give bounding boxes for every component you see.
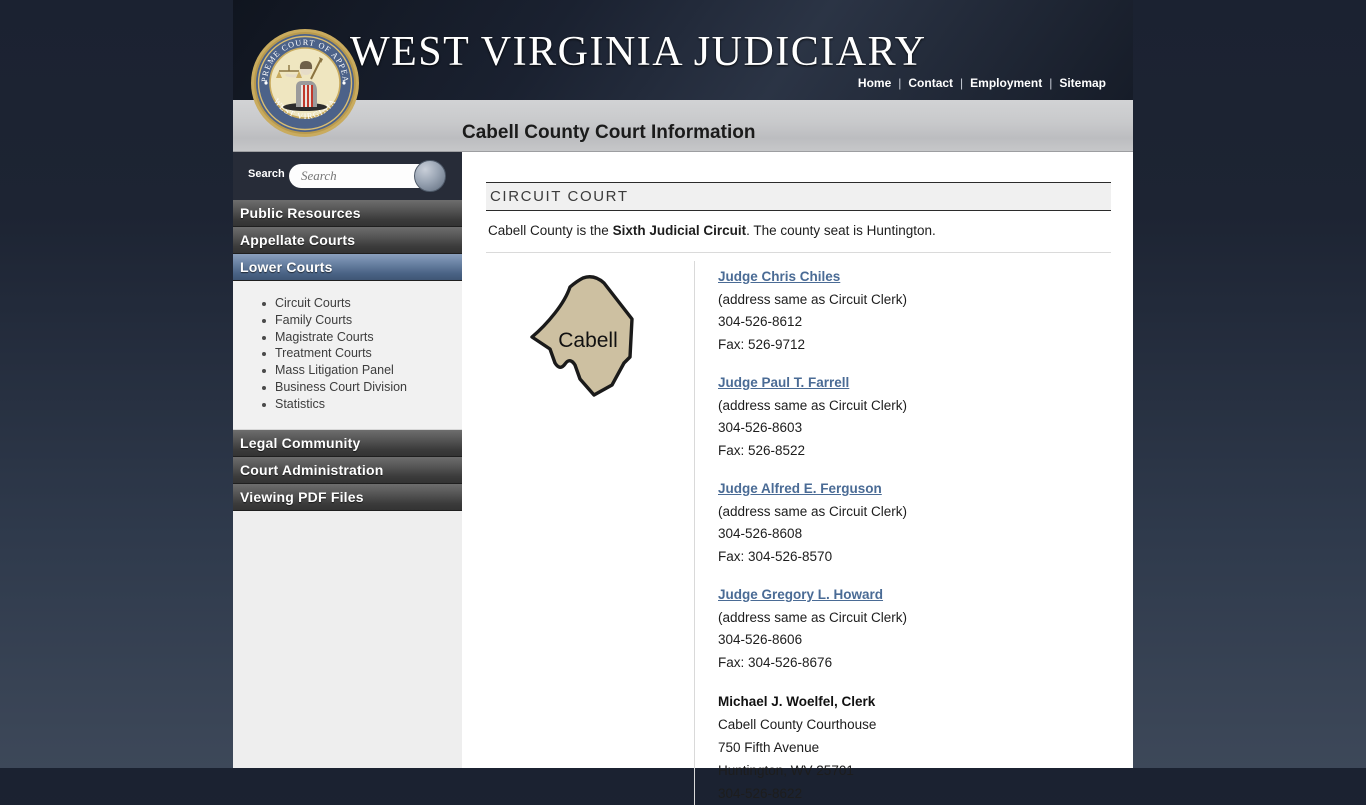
judge-phone: 304-526-8603	[718, 420, 803, 435]
clerk-building: Cabell County Courthouse	[718, 717, 877, 732]
site-header: WEST VIRGINIA JUDICIARY Home | Contact | Emp…	[233, 0, 1133, 100]
intro-text-before: Cabell County is the	[488, 223, 613, 238]
judge-entry: Judge Chris Chiles (address same as Circ…	[718, 266, 1111, 356]
court-detail-columns: Cabell Judge Chris Chiles (address same …	[486, 253, 1111, 805]
top-navigation: Home | Contact | Employment | Sitemap	[856, 76, 1108, 90]
judge-fax: Fax: 526-9712	[718, 336, 806, 352]
nav-link-employment[interactable]: Employment	[968, 76, 1044, 90]
nav-link-contact[interactable]: Contact	[906, 76, 955, 90]
cabell-county-map-icon: Cabell	[530, 275, 634, 397]
judge-address: (address same as Circuit Clerk)	[718, 291, 908, 307]
submenu-item-statistics[interactable]: Statistics	[262, 396, 462, 413]
nav-separator: |	[960, 76, 964, 90]
nav-link-sitemap[interactable]: Sitemap	[1057, 76, 1108, 90]
submenu-item-business-court-division[interactable]: Business Court Division	[262, 379, 462, 396]
judge-address: (address same as Circuit Clerk)	[718, 503, 908, 519]
clerk-name: Michael J. Woelfel, Clerk	[718, 694, 876, 709]
site-page: WEST VIRGINIA JUDICIARY Home | Contact | Emp…	[233, 0, 1133, 805]
clerk-street: 750 Fifth Avenue	[718, 740, 820, 755]
page-title: Cabell County Court Information	[462, 122, 756, 143]
clerk-phone: 304-526-8622	[718, 786, 803, 801]
judge-link-alfred-e-ferguson[interactable]: Judge Alfred E. Ferguson	[718, 478, 1111, 501]
page-title-bar: Cabell County Court Information	[233, 100, 1133, 152]
circuit-clerk-entry: Michael J. Woelfel, Clerk Cabell County …	[718, 690, 1111, 805]
sidebar: Search Public Resources Appellate Courts…	[233, 152, 462, 768]
nav-separator: |	[898, 76, 902, 90]
sidebar-submenu-lower-courts: Circuit Courts Family Courts Magistrate …	[233, 281, 462, 430]
judge-link-chris-chiles[interactable]: Judge Chris Chiles	[718, 266, 1111, 289]
judge-entry: Judge Alfred E. Ferguson (address same a…	[718, 478, 1111, 568]
judge-entry: Judge Paul T. Farrell (address same as C…	[718, 372, 1111, 462]
submenu-item-treatment-courts[interactable]: Treatment Courts	[262, 345, 462, 362]
intro-paragraph: Cabell County is the Sixth Judicial Circ…	[486, 211, 1111, 253]
intro-text-after: . The county seat is Huntington.	[746, 223, 936, 238]
search-bar: Search	[233, 152, 462, 200]
judge-fax: Fax: 304-526-8676	[718, 654, 833, 670]
judge-link-gregory-l-howard[interactable]: Judge Gregory L. Howard	[718, 584, 1111, 607]
nav-link-home[interactable]: Home	[856, 76, 893, 90]
submenu-item-magistrate-courts[interactable]: Magistrate Courts	[262, 329, 462, 346]
submenu-item-circuit-courts[interactable]: Circuit Courts	[262, 295, 462, 312]
judge-address: (address same as Circuit Clerk)	[718, 609, 908, 625]
nav-separator: |	[1049, 76, 1053, 90]
submenu-item-mass-litigation-panel[interactable]: Mass Litigation Panel	[262, 362, 462, 379]
sidebar-item-appellate-courts[interactable]: Appellate Courts	[233, 227, 462, 254]
clerk-city-state-zip: Huntington, WV 25701	[718, 763, 854, 778]
sidebar-item-viewing-pdf-files[interactable]: Viewing PDF Files	[233, 483, 462, 511]
map-county-label: Cabell	[558, 329, 618, 352]
judge-fax: Fax: 526-8522	[718, 442, 806, 458]
judge-phone: 304-526-8608	[718, 526, 803, 541]
judge-phone: 304-526-8612	[718, 314, 803, 329]
site-title: WEST VIRGINIA JUDICIARY	[350, 29, 927, 75]
sidebar-item-legal-community[interactable]: Legal Community	[233, 429, 462, 457]
page-body: Search Public Resources Appellate Courts…	[233, 152, 1133, 805]
sidebar-item-public-resources[interactable]: Public Resources	[233, 200, 462, 227]
intro-circuit-name: Sixth Judicial Circuit	[612, 223, 747, 238]
judge-address: (address same as Circuit Clerk)	[718, 397, 908, 413]
judge-fax: Fax: 304-526-8570	[718, 548, 833, 564]
supreme-court-seal-icon: SUPREME COURT OF APPEALS WEST VIRGINIA	[245, 20, 361, 139]
search-label: Search	[248, 168, 285, 180]
sidebar-item-court-administration[interactable]: Court Administration	[233, 456, 462, 484]
judges-and-clerk-column: Judge Chris Chiles (address same as Circ…	[694, 261, 1111, 805]
judge-link-paul-t-farrell[interactable]: Judge Paul T. Farrell	[718, 372, 1111, 395]
county-map-column: Cabell	[486, 261, 694, 805]
judge-phone: 304-526-8606	[718, 632, 803, 647]
judge-entry: Judge Gregory L. Howard (address same as…	[718, 584, 1111, 674]
sidebar-item-lower-courts[interactable]: Lower Courts	[233, 254, 462, 281]
search-submit-button[interactable]	[414, 160, 446, 192]
submenu-item-family-courts[interactable]: Family Courts	[262, 312, 462, 329]
main-content: CIRCUIT COURT Cabell County is the Sixth…	[462, 152, 1133, 805]
section-heading: CIRCUIT COURT	[486, 182, 1111, 211]
